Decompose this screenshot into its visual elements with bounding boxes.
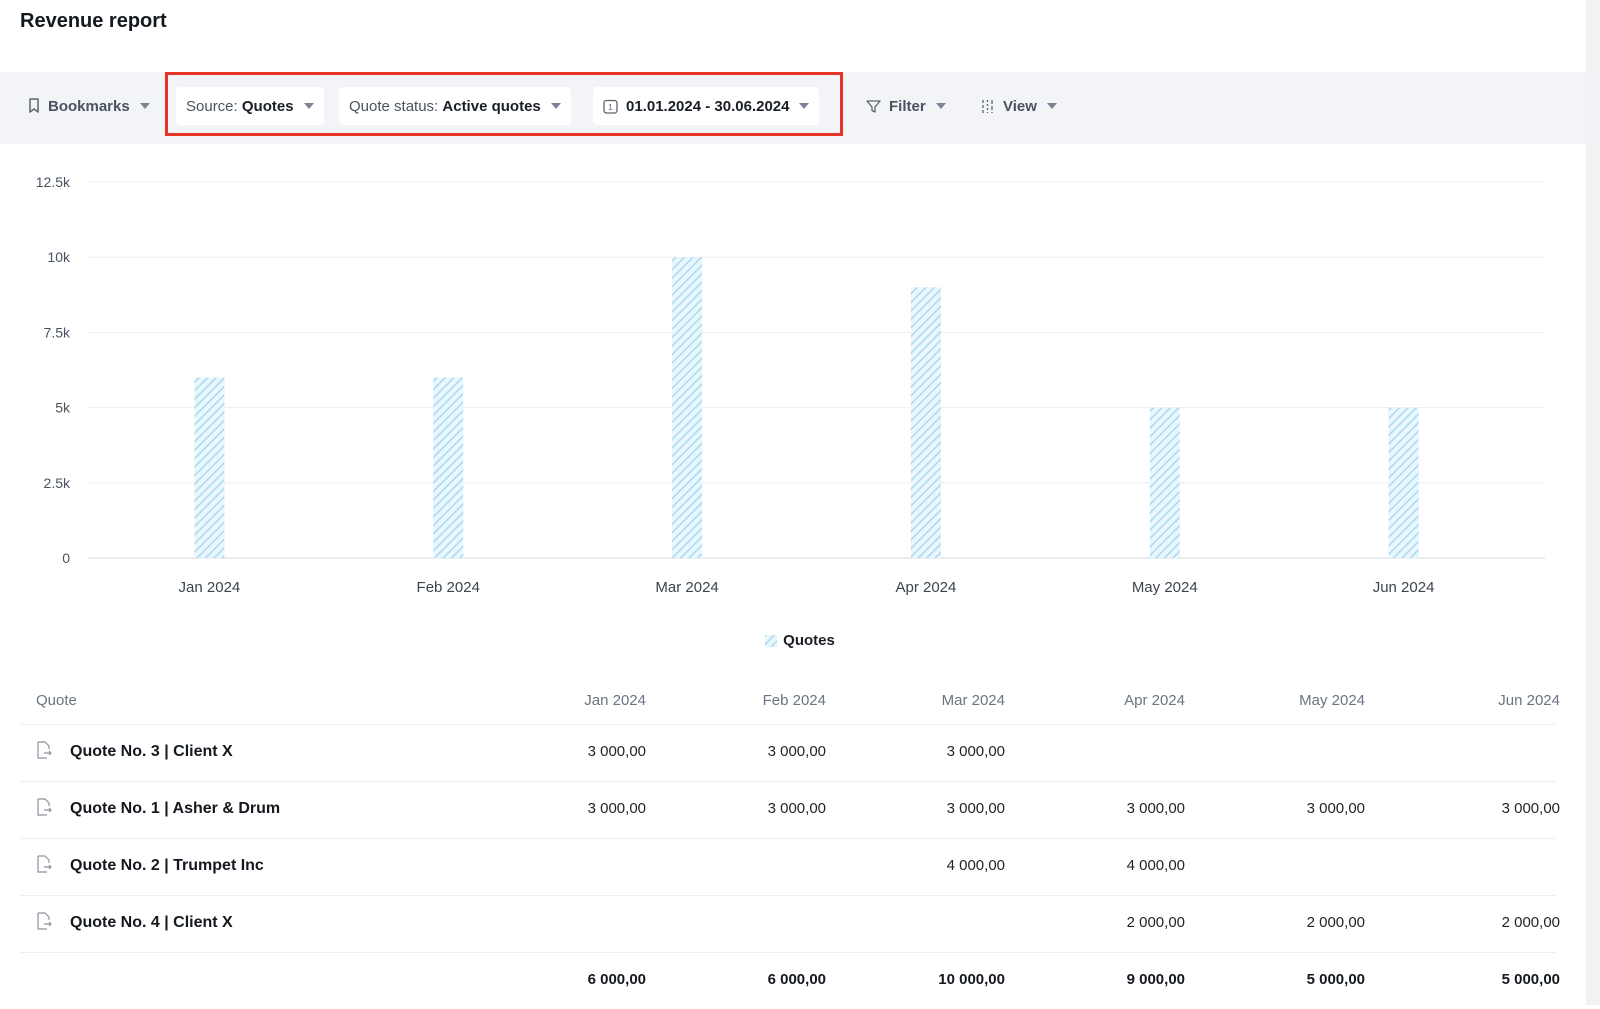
bookmarks-label: Bookmarks [48, 97, 130, 115]
x-tick-label: Mar 2024 [655, 579, 718, 596]
legend-swatch-icon [765, 635, 778, 648]
quote-document-icon [36, 741, 52, 764]
chevron-down-icon [799, 103, 810, 109]
legend-label: Quotes [783, 632, 835, 649]
quote-status-dropdown[interactable]: Quote status: Active quotes [339, 87, 571, 125]
page-title: Revenue report [20, 10, 167, 32]
quote-document-icon [36, 912, 52, 935]
total-value: 9 000,00 [1126, 971, 1185, 988]
chevron-down-icon [1046, 103, 1057, 109]
bar-jan-2024[interactable] [194, 377, 225, 558]
bar-apr-2024[interactable] [910, 287, 941, 558]
bookmark-icon [28, 98, 40, 114]
quote-name[interactable]: Quote No. 1 | Asher & Drum [70, 800, 280, 818]
sliders-icon [980, 99, 995, 114]
cell-value: 2 000,00 [1126, 914, 1185, 931]
total-value: 5 000,00 [1501, 971, 1560, 988]
filter-label: Filter [889, 97, 926, 115]
column-header[interactable]: May 2024 [1225, 692, 1365, 709]
bar-may-2024[interactable] [1149, 407, 1180, 558]
svg-text:1: 1 [608, 103, 613, 112]
date-range-picker[interactable]: 1 01.01.2024 - 30.06.2024 [593, 87, 820, 125]
column-header[interactable]: Mar 2024 [865, 692, 1005, 709]
x-tick-label: Feb 2024 [417, 579, 480, 596]
view-dropdown[interactable]: View [980, 87, 1057, 125]
x-tick-label: Apr 2024 [895, 579, 956, 596]
column-header[interactable]: Quote [36, 692, 77, 709]
filter-dropdown[interactable]: Filter [866, 87, 946, 125]
cell-value: 3 000,00 [767, 800, 826, 817]
total-value: 6 000,00 [587, 971, 646, 988]
cell-value: 2 000,00 [1501, 914, 1560, 931]
table-row[interactable]: Quote No. 2 | Trumpet Inc 4 000,00 4 000,0… [20, 839, 1556, 896]
quote-status-label: Quote status: [349, 97, 439, 115]
cell-value: 3 000,00 [946, 743, 1005, 760]
cell-value: 3 000,00 [1501, 800, 1560, 817]
cell-value: 4 000,00 [946, 857, 1005, 874]
column-header[interactable]: Feb 2024 [686, 692, 826, 709]
column-header[interactable]: Jun 2024 [1420, 692, 1560, 709]
date-range-value: 01.01.2024 - 30.06.2024 [626, 97, 790, 115]
cell-value: 3 000,00 [767, 743, 826, 760]
x-tick-label: Jun 2024 [1373, 579, 1435, 596]
y-tick-label: 10k [47, 249, 71, 265]
y-tick-label: 2.5k [44, 475, 71, 491]
chart-legend[interactable]: Quotes [0, 632, 1600, 649]
column-header[interactable]: Jan 2024 [506, 692, 646, 709]
y-tick-label: 0 [62, 550, 70, 566]
quote-name[interactable]: Quote No. 3 | Client X [70, 743, 233, 761]
y-tick-label: 5k [55, 400, 71, 416]
chevron-down-icon [303, 103, 314, 109]
source-dropdown[interactable]: Source: Quotes [176, 87, 324, 125]
chevron-down-icon [139, 103, 150, 109]
total-value: 10 000,00 [938, 971, 1005, 988]
quote-name[interactable]: Quote No. 4 | Client X [70, 914, 233, 932]
bar-jun-2024[interactable] [1388, 407, 1419, 558]
cell-value: 3 000,00 [1126, 800, 1185, 817]
table-row[interactable]: Quote No. 3 | Client X 3 000,00 3 000,00 3 … [20, 725, 1556, 782]
report-toolbar: Bookmarks Source: Quotes Quote status: A… [0, 72, 1586, 144]
view-label: View [1003, 97, 1037, 115]
quote-name[interactable]: Quote No. 2 | Trumpet Inc [70, 857, 264, 875]
cell-value: 4 000,00 [1126, 857, 1185, 874]
x-tick-label: Jan 2024 [179, 579, 241, 596]
total-value: 6 000,00 [767, 971, 826, 988]
x-tick-label: May 2024 [1132, 579, 1198, 596]
y-tick-label: 12.5k [36, 174, 71, 190]
y-tick-label: 7.5k [44, 324, 71, 340]
cell-value: 3 000,00 [946, 800, 1005, 817]
source-value: Quotes [241, 97, 294, 115]
cell-value: 2 000,00 [1306, 914, 1365, 931]
column-header[interactable]: Apr 2024 [1045, 692, 1185, 709]
table-header: Quote Jan 2024 Feb 2024 Mar 2024 Apr 2024 May… [20, 684, 1560, 725]
chevron-down-icon [935, 103, 946, 109]
bar-feb-2024[interactable] [433, 377, 464, 558]
funnel-icon [866, 99, 881, 114]
cell-value: 3 000,00 [1306, 800, 1365, 817]
chevron-down-icon [550, 103, 561, 109]
quote-status-value: Active quotes [442, 97, 541, 115]
revenue-bar-chart: 0 2.5k 5k 7.5k 10k 12.5k Jan 2024 Feb 2024 Mar … [36, 174, 1545, 596]
total-value: 5 000,00 [1306, 971, 1365, 988]
cell-value: 3 000,00 [587, 743, 646, 760]
quote-document-icon [36, 855, 52, 878]
table-totals-row: 6 000,00 6 000,00 10 000,00 9 000,00 5 000,0… [20, 953, 1560, 1009]
table-row[interactable]: Quote No. 1 | Asher & Drum 3 000,00 3 000,… [20, 782, 1560, 839]
source-label: Source: [186, 97, 238, 115]
bar-mar-2024[interactable] [672, 257, 703, 558]
bookmarks-dropdown[interactable]: Bookmarks [28, 87, 150, 125]
cell-value: 3 000,00 [587, 800, 646, 817]
quote-document-icon [36, 798, 52, 821]
calendar-icon: 1 [603, 99, 618, 114]
table-row[interactable]: Quote No. 4 | Client X 2 000,00 2 000,00 2 … [20, 896, 1560, 953]
revenue-table: Quote Jan 2024 Feb 2024 Mar 2024 Apr 2024 May… [20, 684, 1560, 1009]
